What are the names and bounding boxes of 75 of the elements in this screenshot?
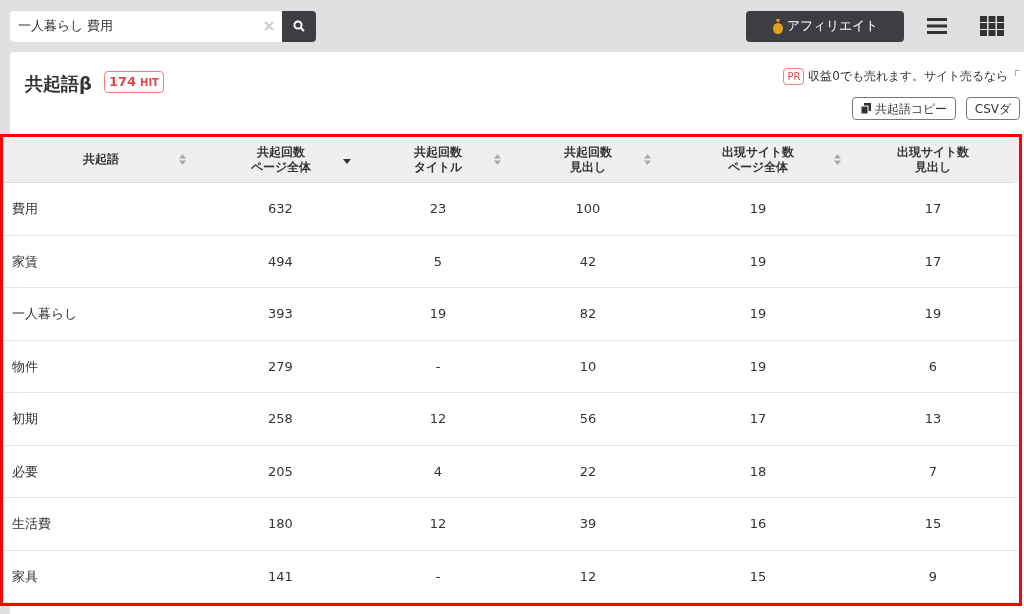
table-cell-text: 205: [267, 462, 294, 481]
table-cell-text: 生活費: [11, 515, 52, 533]
copy-button[interactable]: 共起語コピー: [851, 97, 956, 120]
table-cell-text: 6: [927, 357, 939, 376]
clear-icon[interactable]: [264, 21, 274, 31]
table-cell-text: 家具: [11, 567, 39, 586]
grid-icon[interactable]: [980, 16, 1004, 36]
table-cell-text: -: [434, 567, 442, 586]
table-cell-text: 12: [578, 567, 598, 586]
table-cell-text: 18: [748, 462, 768, 481]
column-header[interactable]: 共起回数 見出し: [513, 137, 663, 183]
search-button[interactable]: [282, 10, 316, 42]
table-cell-text: 39: [578, 515, 598, 533]
table-cell-text: 22: [578, 462, 598, 481]
table-cell-text: 632: [267, 200, 294, 218]
table-cell-text: 393: [267, 305, 294, 323]
table-cell-text: 4: [432, 462, 444, 481]
table-cell-text: -: [434, 357, 442, 376]
table-cell-text: 15: [748, 567, 768, 586]
pr-badge: PR: [783, 67, 805, 85]
csv-button[interactable]: CSVダ: [965, 97, 1020, 120]
search-field[interactable]: 一人暮らし 費用: [10, 10, 282, 42]
table-cell-text: 279: [267, 357, 294, 376]
table-cell-text: 12: [428, 410, 448, 428]
sort-icon[interactable]: [644, 154, 651, 165]
sort-descending-icon[interactable]: [343, 159, 351, 164]
table-cell-text: 費用: [11, 200, 39, 218]
table-cell-text: 初期: [11, 410, 39, 428]
table-cell-text: 15: [923, 515, 943, 533]
table-cell-text: 19: [923, 305, 943, 323]
table-cell-text: 494: [267, 252, 294, 271]
table-cell-text: 17: [923, 200, 943, 218]
column-header[interactable]: 共起語: [3, 137, 198, 183]
table-cell-text: 19: [748, 357, 768, 376]
table-cell-text: 物件: [11, 357, 39, 376]
search-icon: [293, 20, 305, 32]
sort-icon[interactable]: [179, 154, 186, 165]
sort-icon[interactable]: [834, 154, 841, 165]
table-cell-text: 19: [428, 305, 448, 323]
table-cell-text: 56: [578, 410, 598, 428]
table-cell-text: 141: [267, 567, 294, 586]
search-value: 一人暮らし 費用: [18, 17, 115, 36]
table-cell-text: 19: [748, 305, 768, 323]
table-cell-text: 9: [927, 567, 939, 586]
table-cell-text: 17: [923, 252, 943, 271]
table-cell-text: 19: [748, 252, 768, 271]
table-cell-text: 23: [428, 200, 448, 218]
table-cell-text: 12: [428, 515, 448, 533]
panel-title: 共起語β: [25, 72, 92, 96]
menu-icon[interactable]: [927, 18, 947, 34]
table-cell-text: 16: [748, 515, 768, 533]
table-cell-text: 19: [748, 200, 768, 218]
table-cell-text: 一人暮らし: [11, 305, 78, 323]
table-cell-text: 13: [923, 410, 943, 428]
table-cell-text: 17: [748, 410, 768, 428]
table-cell-text: 10: [578, 357, 598, 376]
sort-icon[interactable]: [494, 154, 501, 165]
table-cell-text: 5: [432, 252, 444, 271]
table-cell-text: 258: [267, 410, 294, 428]
table-cell-text: 家賃: [11, 252, 39, 271]
table-cell-text: 82: [578, 305, 598, 323]
column-header[interactable]: 共起回数 タイトル: [363, 137, 513, 183]
copy-icon: [860, 103, 871, 114]
table-cell-text: 42: [578, 252, 598, 271]
column-header[interactable]: 出現サイト数 見出し: [853, 137, 1013, 183]
column-header[interactable]: 出現サイト数 ページ全体: [663, 137, 853, 183]
table-cell-text: 必要: [11, 462, 39, 481]
table-cell-text: 100: [574, 200, 602, 218]
money-bag-icon: [772, 18, 783, 34]
table-cell-text: 7: [927, 462, 939, 481]
hit-badge: 174 HIT: [103, 71, 164, 93]
column-header[interactable]: 共起回数 ページ全体: [198, 137, 363, 183]
pr-link[interactable]: 収益0でも売れます。サイト売るなら「: [808, 67, 1020, 85]
table-cell-text: 180: [267, 515, 294, 533]
affiliate-button[interactable]: アフィリエイト: [746, 10, 904, 42]
